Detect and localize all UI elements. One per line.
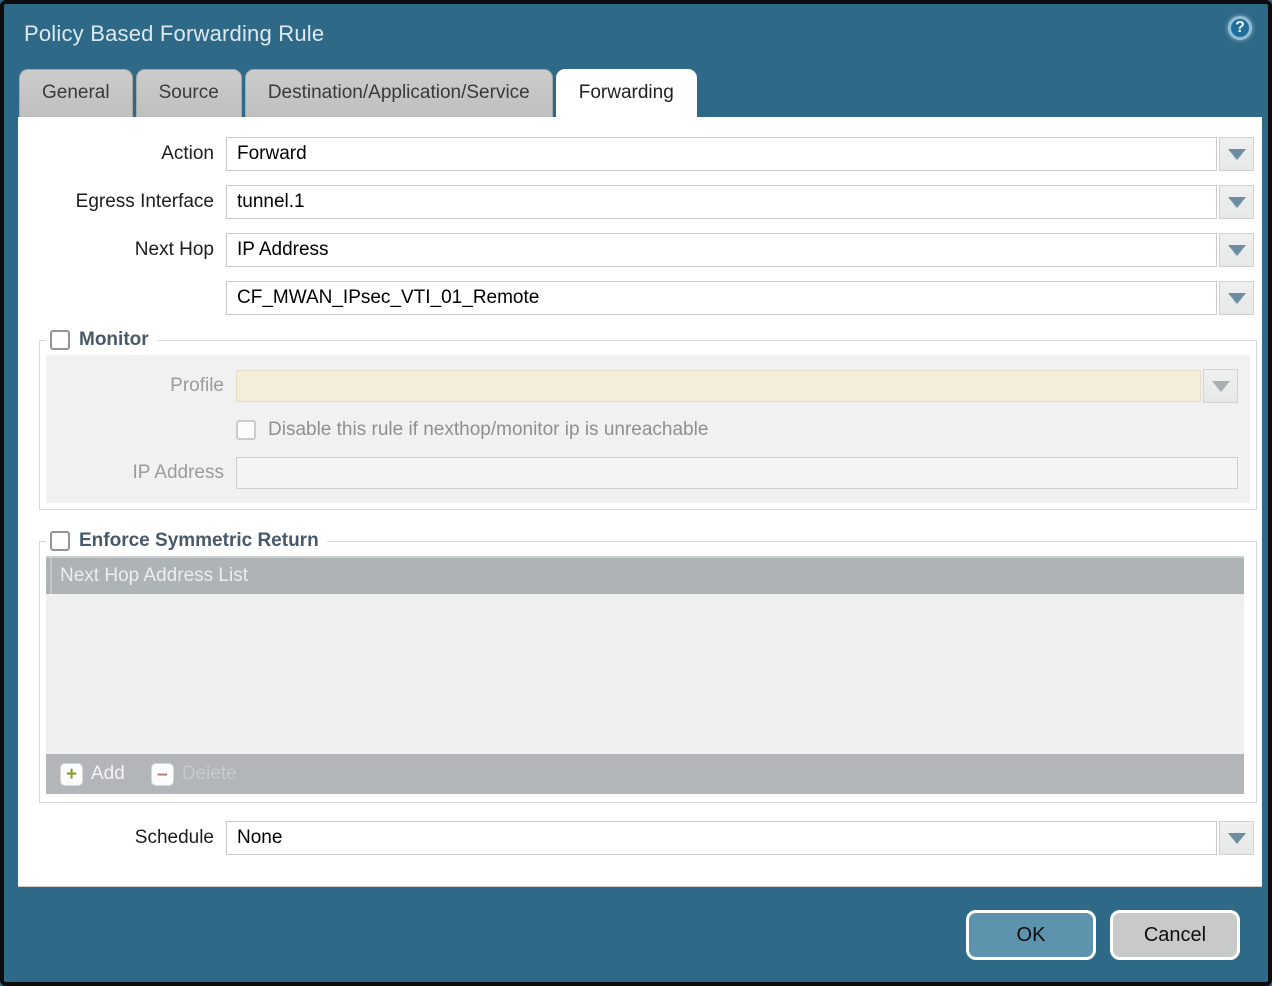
monitor-checkbox[interactable] bbox=[50, 330, 70, 350]
next-hop-label: Next Hop bbox=[18, 239, 226, 261]
disable-rule-row: Disable this rule if nexthop/monitor ip … bbox=[236, 419, 1244, 441]
symmetric-return-legend: Enforce Symmetric Return bbox=[46, 530, 327, 552]
schedule-row: Schedule bbox=[18, 821, 1254, 855]
egress-interface-dropdown-button[interactable] bbox=[1219, 185, 1254, 219]
action-dropdown-button[interactable] bbox=[1219, 137, 1254, 171]
tab-general[interactable]: General bbox=[19, 69, 133, 117]
monitor-profile-input bbox=[236, 370, 1201, 402]
action-label: Action bbox=[18, 143, 226, 165]
tab-forwarding[interactable]: Forwarding bbox=[556, 69, 697, 117]
cancel-button[interactable]: Cancel bbox=[1110, 910, 1240, 960]
next-hop-address-list-footer: + Add – Delete bbox=[46, 754, 1244, 794]
forwarding-tab-panel: Action Egress Interface Next Hop bbox=[18, 117, 1262, 887]
chevron-down-icon bbox=[1228, 197, 1246, 208]
monitor-panel: Profile Disable this rule if nexthop/mon… bbox=[46, 355, 1250, 503]
next-hop-type-dropdown-button[interactable] bbox=[1219, 233, 1254, 267]
next-hop-row: Next Hop bbox=[18, 233, 1254, 267]
symmetric-return-fieldset: Enforce Symmetric Return Next Hop Addres… bbox=[39, 530, 1257, 803]
add-button[interactable]: + Add bbox=[60, 763, 125, 786]
help-icon[interactable]: ? bbox=[1228, 16, 1252, 40]
symmetric-return-checkbox[interactable] bbox=[50, 531, 70, 551]
dialog-titlebar: Policy Based Forwarding Rule ? bbox=[4, 4, 1268, 64]
action-input[interactable] bbox=[226, 137, 1217, 171]
action-row: Action bbox=[18, 137, 1254, 171]
add-button-label: Add bbox=[91, 763, 125, 785]
monitor-profile-row: Profile bbox=[46, 369, 1238, 403]
monitor-profile-dropdown-button bbox=[1203, 369, 1238, 403]
monitor-fieldset: Monitor Profile Disable this rule if nex… bbox=[39, 329, 1257, 510]
monitor-legend: Monitor bbox=[46, 329, 157, 351]
monitor-profile-label: Profile bbox=[46, 375, 236, 397]
next-hop-address-list-body bbox=[46, 594, 1244, 754]
chevron-down-icon bbox=[1228, 245, 1246, 256]
add-plus-icon: + bbox=[60, 763, 83, 786]
disable-rule-label: Disable this rule if nexthop/monitor ip … bbox=[268, 419, 708, 441]
chevron-down-icon bbox=[1212, 381, 1230, 392]
schedule-dropdown-button[interactable] bbox=[1219, 821, 1254, 855]
delete-minus-icon: – bbox=[151, 763, 174, 786]
symmetric-return-legend-label: Enforce Symmetric Return bbox=[79, 530, 319, 552]
tab-destination-application-service[interactable]: Destination/Application/Service bbox=[245, 69, 553, 117]
next-hop-address-list-table: Next Hop Address List + Add – Delete bbox=[46, 556, 1244, 794]
dialog-footer: OK Cancel bbox=[966, 910, 1240, 960]
chevron-down-icon bbox=[1228, 833, 1246, 844]
egress-interface-row: Egress Interface bbox=[18, 185, 1254, 219]
chevron-down-icon bbox=[1228, 149, 1246, 160]
next-hop-address-input[interactable] bbox=[226, 281, 1217, 315]
egress-interface-input[interactable] bbox=[226, 185, 1217, 219]
monitor-ip-address-input bbox=[236, 457, 1238, 489]
dialog-title: Policy Based Forwarding Rule bbox=[24, 21, 324, 47]
schedule-label: Schedule bbox=[18, 827, 226, 849]
disable-rule-checkbox[interactable] bbox=[236, 420, 256, 440]
next-hop-type-input[interactable] bbox=[226, 233, 1217, 267]
tab-bar: General Source Destination/Application/S… bbox=[4, 64, 1268, 117]
monitor-ip-address-label: IP Address bbox=[46, 462, 236, 484]
next-hop-address-dropdown-button[interactable] bbox=[1219, 281, 1254, 315]
chevron-down-icon bbox=[1228, 293, 1246, 304]
schedule-input[interactable] bbox=[226, 821, 1217, 855]
next-hop-address-list-header: Next Hop Address List bbox=[46, 556, 1244, 594]
monitor-legend-label: Monitor bbox=[79, 329, 149, 351]
next-hop-address-row bbox=[18, 281, 1254, 315]
monitor-ip-address-row: IP Address bbox=[46, 457, 1238, 489]
ok-button[interactable]: OK bbox=[966, 910, 1096, 960]
delete-button[interactable]: – Delete bbox=[151, 763, 237, 786]
egress-interface-label: Egress Interface bbox=[18, 191, 226, 213]
tab-source[interactable]: Source bbox=[136, 69, 242, 117]
delete-button-label: Delete bbox=[182, 763, 237, 785]
